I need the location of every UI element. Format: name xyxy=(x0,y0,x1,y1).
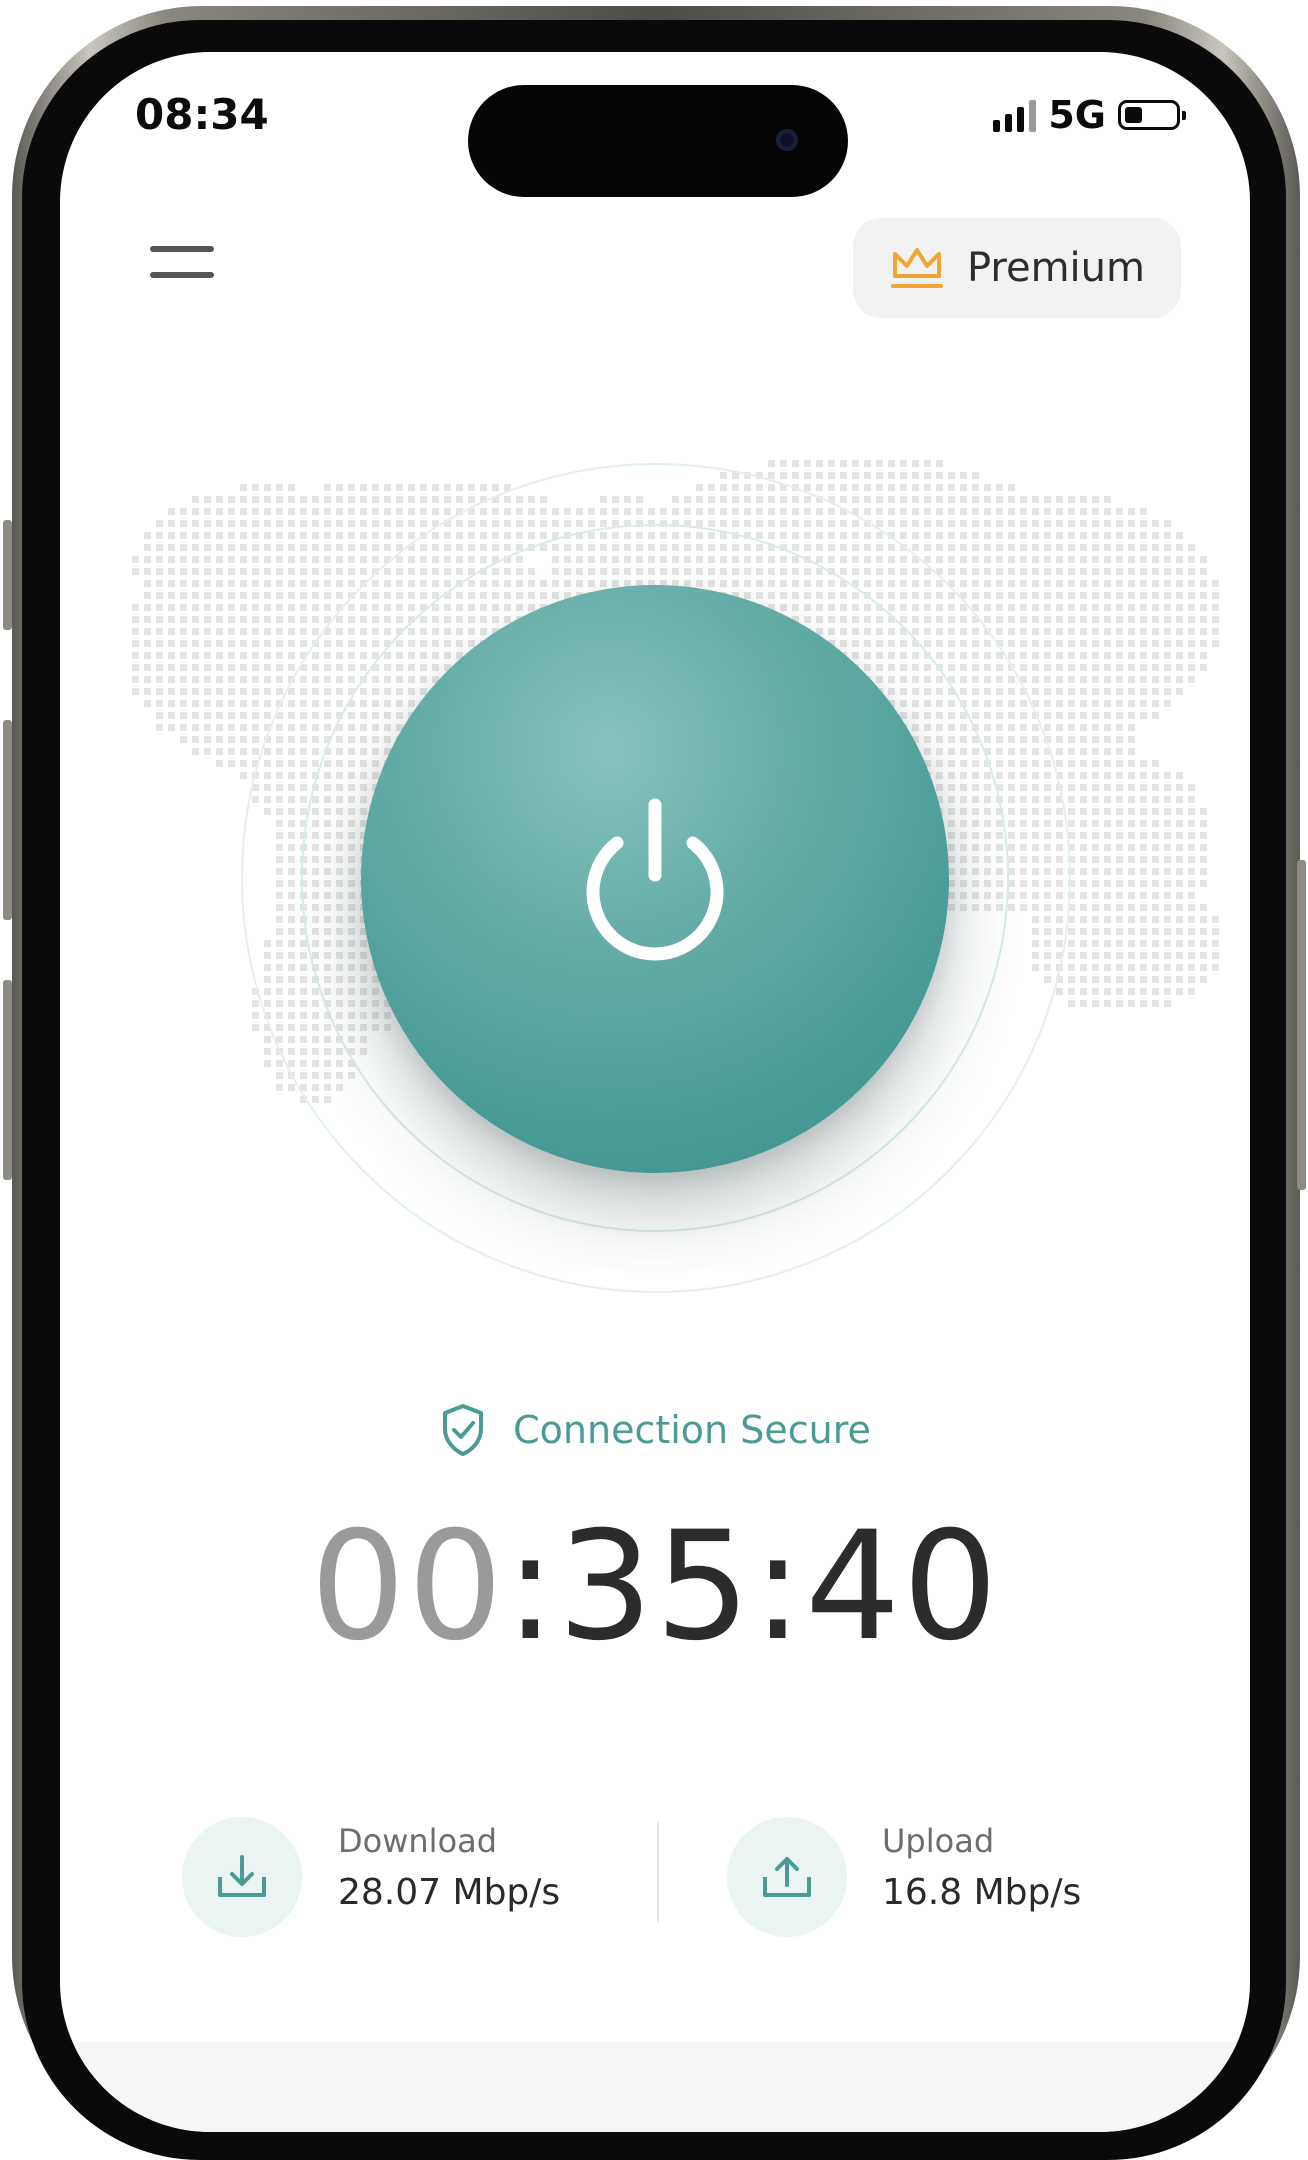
status-indicators: 5G xyxy=(993,92,1186,138)
power-icon xyxy=(586,798,724,961)
download-value: 28.07 Mbp/s xyxy=(338,1872,561,1913)
power-button[interactable] xyxy=(361,585,949,1173)
bottom-panel xyxy=(60,2042,1250,2132)
upload-icon xyxy=(763,1857,811,1897)
download-label: Download xyxy=(338,1822,498,1860)
phone-side-button xyxy=(1297,860,1306,1190)
upload-stat-icon-wrap xyxy=(727,1817,847,1937)
phone-side-button xyxy=(3,980,12,1180)
hamburger-menu-icon xyxy=(150,246,214,252)
timer-separator: : xyxy=(752,1500,805,1674)
timer-separator: : xyxy=(505,1500,558,1674)
dynamic-island xyxy=(468,85,848,197)
upload-label: Upload xyxy=(882,1822,995,1860)
network-type: 5G xyxy=(1048,93,1106,137)
app-screen: 08:34 5G Premium Connection Secure 00:35… xyxy=(60,52,1250,2132)
connection-status: Connection Secure xyxy=(60,1402,1250,1458)
premium-label: Premium xyxy=(967,245,1145,291)
shield-check-icon xyxy=(443,1404,484,1456)
timer-minutes: 35 xyxy=(557,1500,753,1674)
premium-button[interactable]: Premium xyxy=(853,218,1181,318)
download-icon xyxy=(218,1855,266,1897)
phone-side-button xyxy=(3,720,12,920)
timer-hours: 00 xyxy=(310,1500,506,1674)
battery-level xyxy=(1125,107,1142,123)
phone-side-button xyxy=(3,520,12,630)
signal-icon xyxy=(993,98,1037,132)
download-stat-icon-wrap xyxy=(182,1817,302,1937)
battery-icon xyxy=(1118,100,1186,130)
upload-value: 16.8 Mbp/s xyxy=(882,1872,1082,1913)
camera-icon xyxy=(776,129,798,151)
crown-icon xyxy=(891,248,943,288)
stats-divider xyxy=(657,1822,659,1922)
connection-timer: 00:35:40 xyxy=(60,1512,1250,1662)
connection-status-label: Connection Secure xyxy=(513,1408,871,1452)
status-time: 08:34 xyxy=(135,90,269,139)
menu-button[interactable] xyxy=(150,242,214,286)
timer-seconds: 40 xyxy=(804,1500,1000,1674)
